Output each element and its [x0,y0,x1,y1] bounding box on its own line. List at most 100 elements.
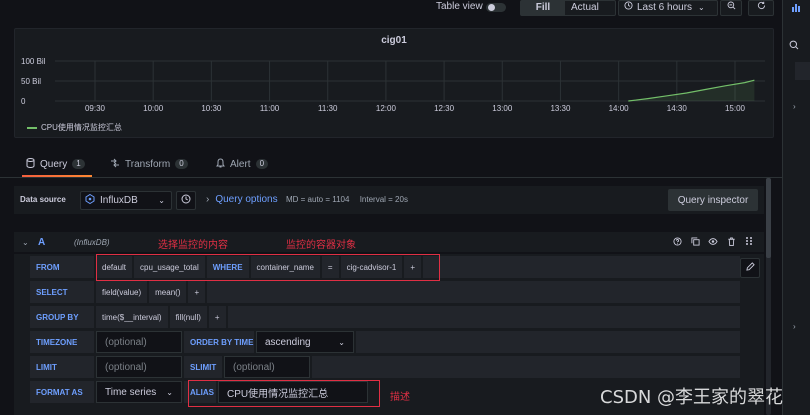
query-options-meta: MD = auto = 1104 Interval = 20s [286,195,408,204]
refresh-button[interactable] [748,0,774,16]
bell-icon [216,157,225,171]
tab-alert[interactable]: Alert 0 [216,156,269,172]
collapse-chevron-icon[interactable]: › [793,322,796,331]
fill-button[interactable]: Fill [521,1,565,15]
x-tick-label: 12:30 [434,104,455,113]
query-inspector-button[interactable]: Query inspector [668,189,758,211]
table-view-label: Table view [436,1,483,12]
legend-label: CPU使用情况监控汇总 [41,123,122,132]
eye-icon[interactable] [708,236,718,246]
query-history-button[interactable] [176,191,196,210]
time-series-chart: 100 Bil 50 Bil 0 09:30 10:00 10:30 11:00 11:30 1… [21,57,765,113]
interval-text: Interval = 20s [359,195,408,204]
duplicate-icon[interactable] [690,236,700,246]
tab-query[interactable]: Query 1 [26,156,85,172]
x-tick-label: 09:30 [85,104,106,113]
row-filler [312,356,740,378]
row-filler [423,256,740,278]
help-icon[interactable] [672,236,682,246]
format-value: Time series [105,386,157,398]
orderby-value: ascending [265,336,311,348]
tab-label: Query [40,158,68,170]
tab-count-badge: 1 [72,159,85,169]
add-groupby-button[interactable]: + [208,306,226,328]
chevron-down-icon: ⌄ [158,196,165,205]
search-options-icon[interactable] [789,40,799,53]
tab-transform[interactable]: Transform 0 [110,156,188,172]
query-row-header[interactable]: ⌄ A (InfluxDB) 选择监控的内容 监控的容器对象 [14,232,764,252]
timezone-row: TIMEZONE (optional) ORDER BY TIME ascend… [30,331,740,353]
query-ref-id[interactable]: A [38,237,45,248]
row-filler [227,306,740,328]
query-options-toggle[interactable]: › Query options [206,194,278,205]
trash-icon[interactable] [726,236,736,246]
x-tick-label: 11:00 [260,104,280,113]
clock-icon [624,1,633,15]
legend-swatch [27,126,37,129]
table-view-toggle[interactable] [486,3,506,12]
collapse-chevron-icon[interactable]: ⌄ [22,238,29,247]
orderby-keyword: ORDER BY TIME [184,331,254,353]
chevron-down-icon: ⌄ [166,387,173,397]
legend-item[interactable]: CPU使用情况监控汇总 [27,122,122,133]
x-tick-label: 10:30 [201,104,222,113]
zoom-out-button[interactable] [720,0,742,16]
annotation-select-content: 选择监控的内容 [158,240,228,251]
limit-keyword: LIMIT [30,356,94,378]
tab-label: Transform [125,158,171,170]
chevron-down-icon: ⌄ [338,337,345,347]
editor-tabs: Query 1 Transform 0 Alert 0 [0,150,782,178]
chevron-right-icon: › [206,194,210,205]
chevron-down-icon: ⌄ [698,3,705,12]
time-range-picker[interactable]: Last 6 hours ⌄ [618,0,718,16]
datasource-value: InfluxDB [100,195,138,206]
select-field-segment[interactable]: field(value) [96,281,148,303]
panel-type-icon[interactable] [791,2,803,15]
datasource-picker[interactable]: InfluxDB ⌄ [80,191,172,210]
query-options-label: Query options [215,194,278,205]
groupby-keyword: GROUP BY [30,306,94,328]
options-pane-strip: › › [782,0,810,415]
drag-handle-icon[interactable] [744,236,754,246]
transform-icon [110,158,120,171]
actual-button[interactable]: Actual [571,1,599,15]
datasource-label: Data source [20,195,66,204]
raw-query-toggle-button[interactable] [740,258,760,278]
fill-actual-group: Fill Actual [520,0,616,16]
options-tab[interactable] [795,62,810,80]
format-select[interactable]: Time series ⌄ [96,381,182,403]
groupby-time-segment[interactable]: time($__interval) [96,306,168,328]
format-keyword: FORMAT AS [30,381,94,403]
groupby-fill-segment[interactable]: fill(null) [169,306,207,328]
select-keyword: SELECT [30,281,94,303]
influxdb-icon [85,193,95,207]
refresh-icon [757,1,766,15]
x-tick-label: 13:00 [492,104,513,113]
timezone-keyword: TIMEZONE [30,331,94,353]
time-range-label: Last 6 hours [637,2,693,13]
x-tick-label: 14:00 [609,104,630,113]
table-view-toggle-group[interactable]: Table view [430,0,514,16]
x-tick-label: 10:00 [143,104,164,113]
x-tick-label: 12:00 [376,104,397,113]
slimit-keyword: SLIMIT [184,356,222,378]
history-icon [181,194,191,207]
orderby-select[interactable]: ascending ⌄ [256,331,354,353]
zoom-out-icon [727,1,736,15]
slimit-input[interactable]: (optional) [224,356,310,378]
y-tick-label: 50 Bil [21,77,41,86]
add-select-button[interactable]: + [188,281,206,303]
top-toolbar: Table view Fill Actual Last 6 hours ⌄ [0,0,810,18]
annotation-alias-description: 描述 [390,392,410,403]
limit-input[interactable]: (optional) [96,356,182,378]
watermark-text: CSDN @李王家的翠花 [600,387,784,408]
timezone-input[interactable]: (optional) [96,331,182,353]
tab-count-badge: 0 [175,159,188,169]
max-datapoints-text: MD = auto = 1104 [286,195,350,204]
x-tick-label: 11:30 [318,104,338,113]
scrollbar-thumb[interactable] [766,178,771,258]
editor-scrollbar[interactable] [766,178,771,415]
select-function-segment[interactable]: mean() [149,281,187,303]
from-highlight-box [96,254,440,281]
collapse-chevron-icon[interactable]: › [793,102,796,111]
